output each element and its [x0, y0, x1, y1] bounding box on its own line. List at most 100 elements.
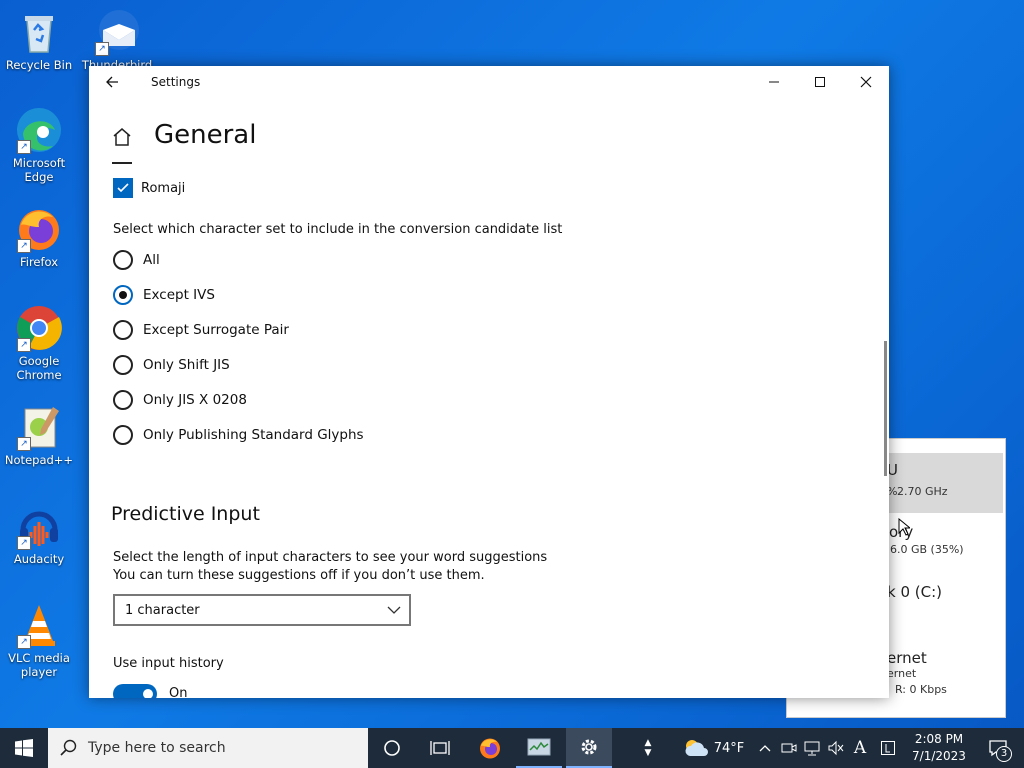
taskbar-task-manager[interactable] — [516, 728, 562, 768]
radio-only-jis-x-0208[interactable]: Only JIS X 0208 — [113, 389, 413, 411]
taskbar-scroll-button[interactable]: ▲ ▼ — [640, 728, 656, 768]
weather-temp: 74°F — [713, 740, 745, 756]
search-box[interactable]: Type here to search — [48, 728, 368, 768]
radio-except-ivs[interactable]: Except IVS — [113, 284, 413, 306]
radio-label: Except Surrogate Pair — [143, 322, 289, 338]
home-button[interactable] — [111, 126, 133, 148]
tm-item-detail-2: R: 0 Kbps — [895, 683, 947, 696]
title-bar[interactable]: Settings — [89, 66, 889, 98]
network-button[interactable] — [802, 728, 822, 768]
desktop-icon-firefox[interactable]: ↗ Firefox — [1, 205, 77, 269]
radio-except-surrogate-pair[interactable]: Except Surrogate Pair — [113, 319, 413, 341]
radio-selected-icon — [113, 285, 133, 305]
show-hidden-icons-button[interactable] — [756, 728, 774, 768]
desktop-icon-label: Notepad++ — [4, 453, 74, 467]
radio-only-shift-jis[interactable]: Only Shift JIS — [113, 354, 413, 376]
home-icon — [113, 128, 131, 146]
romaji-checkbox[interactable]: Romaji — [113, 177, 313, 199]
desktop-icon-label: Audacity — [13, 552, 65, 566]
ime-mode-button[interactable] — [876, 728, 900, 768]
firefox-icon: ↗ — [15, 205, 63, 253]
network-icon — [804, 741, 820, 756]
desktop-icon-audacity[interactable]: ↗ Audacity — [1, 502, 77, 566]
desktop-icon-label: VLC media player — [8, 651, 70, 679]
clock[interactable]: 2:08 PM 7/1/2023 — [906, 731, 972, 765]
action-center-button[interactable]: 3 — [978, 728, 1018, 768]
firefox-icon — [480, 738, 500, 759]
weather-widget[interactable]: 74°F — [678, 728, 748, 768]
windows-logo-icon — [15, 739, 33, 757]
romaji-label: Romaji — [141, 180, 186, 196]
thunderbird-icon: ↗ — [93, 8, 141, 56]
radio-icon — [113, 250, 133, 270]
radio-icon — [113, 320, 133, 340]
cortana-button[interactable] — [370, 728, 414, 768]
desktop-icon-label: Google Chrome — [16, 354, 62, 382]
volume-button[interactable] — [826, 728, 846, 768]
taskbar-firefox[interactable] — [468, 728, 512, 768]
desktop-icon-vlc[interactable]: ↗ VLC media player — [1, 601, 77, 679]
desktop-icon-notepadpp[interactable]: ↗ Notepad++ — [1, 403, 77, 467]
settings-window[interactable]: Settings General Romaji Select which cha… — [89, 66, 889, 698]
radio-icon — [113, 425, 133, 445]
back-arrow-icon — [106, 76, 118, 88]
maximize-icon — [815, 77, 825, 87]
radio-all[interactable]: All — [113, 249, 413, 271]
desktop-icon-chrome[interactable]: ↗ Google Chrome — [1, 304, 77, 382]
notification-count: 3 — [996, 746, 1012, 762]
recycle-bin-icon — [15, 8, 63, 56]
chrome-icon: ↗ — [15, 304, 63, 352]
back-button[interactable] — [89, 66, 135, 98]
task-view-icon — [430, 741, 450, 755]
radio-label: Except IVS — [143, 287, 215, 303]
radio-only-publishing-standard-glyphs[interactable]: Only Publishing Standard Glyphs — [113, 424, 413, 446]
taskbar-settings[interactable] — [566, 728, 612, 768]
chevron-down-icon — [387, 606, 401, 614]
search-icon — [60, 739, 77, 756]
settings-content: General Romaji Select which character se… — [89, 98, 889, 698]
home-underline — [112, 162, 132, 164]
chevron-up-icon — [759, 745, 771, 752]
taskbar: Type here to search ▲ ▼ 74°F A 2:08 PM 7… — [0, 728, 1024, 768]
checkbox-checked-icon — [113, 178, 133, 198]
scrollbar-thumb[interactable] — [884, 341, 887, 476]
maximize-button[interactable] — [797, 66, 843, 98]
shortcut-arrow-icon: ↗ — [17, 140, 31, 154]
minimize-button[interactable] — [751, 66, 797, 98]
desktop-icon-recycle-bin[interactable]: Recycle Bin — [1, 8, 77, 72]
tm-item-detail: 2.70 GHz — [897, 485, 948, 498]
tm-item-detail: ernet — [887, 667, 917, 680]
radio-icon — [113, 355, 133, 375]
task-manager-icon — [527, 738, 551, 756]
input-history-state: On — [169, 686, 188, 698]
start-button[interactable] — [0, 728, 48, 768]
close-button[interactable] — [843, 66, 889, 98]
weather-cloud-icon — [685, 740, 708, 756]
shortcut-arrow-icon: ↗ — [17, 635, 31, 649]
mouse-cursor-icon — [898, 518, 910, 536]
notepadpp-icon: ↗ — [15, 403, 63, 451]
desktop-icon-edge[interactable]: ↗ Microsoft Edge — [1, 106, 77, 184]
desktop-icon-label: Recycle Bin — [5, 58, 73, 72]
select-value: 1 character — [125, 602, 200, 618]
meet-now-button[interactable] — [780, 728, 798, 768]
audacity-icon: ↗ — [15, 502, 63, 550]
ime-indicator[interactable]: A — [850, 728, 870, 768]
predictive-description-2: You can turn these suggestions off if yo… — [113, 568, 485, 583]
charset-prompt: Select which character set to include in… — [113, 222, 563, 237]
radio-label: All — [143, 252, 160, 268]
input-history-toggle[interactable] — [113, 684, 157, 698]
desktop-icon-label: Microsoft Edge — [12, 156, 66, 184]
tm-item-title: ernet — [887, 649, 927, 667]
page-title: General — [154, 120, 257, 150]
task-view-button[interactable] — [418, 728, 462, 768]
desktop-icon-thunderbird[interactable]: ↗ Thunderbird — [79, 8, 155, 72]
cortana-icon — [384, 740, 400, 756]
tm-item-detail: 6.0 GB (35%) — [890, 543, 964, 556]
clock-date: 7/1/2023 — [912, 749, 966, 763]
window-title: Settings — [151, 75, 201, 89]
input-history-label: Use input history — [113, 656, 224, 671]
radio-icon — [113, 390, 133, 410]
predictive-description-1: Select the length of input characters to… — [113, 550, 548, 565]
predictive-length-select[interactable]: 1 character — [113, 594, 411, 626]
